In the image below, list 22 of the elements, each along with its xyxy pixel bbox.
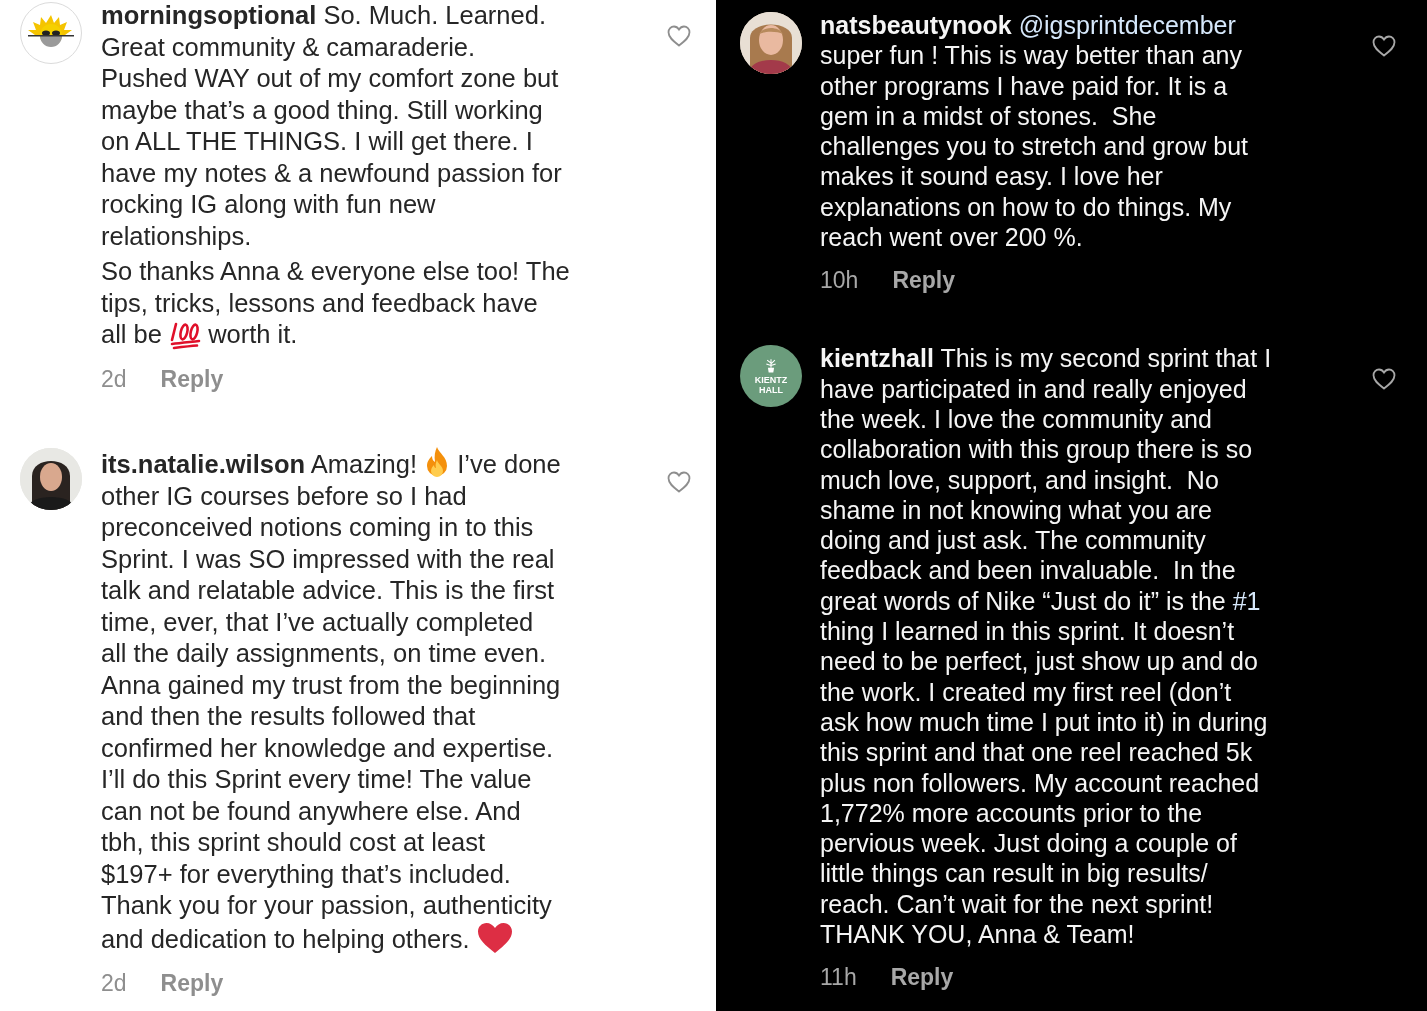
comment-text: So thanks Anna & everyone else too! The tips, tricks, lessons and feedback have all be worth it. bbox=[101, 256, 647, 351]
reply-button[interactable]: Reply bbox=[892, 267, 955, 294]
mention-link[interactable]: #1 bbox=[1232, 586, 1261, 615]
plant-icon bbox=[764, 357, 778, 375]
like-heart-icon[interactable] bbox=[1371, 367, 1397, 392]
username-link[interactable]: morningsoptional bbox=[101, 1, 317, 29]
username-link[interactable]: its.natalie.wilson bbox=[101, 450, 306, 478]
comment-text: morningsoptional So. Much. Learned. Great community & camaraderie. Pushed WAY out of my comfort zone but maybe that’s a good thing. Still working on ALL THE THINGS. I will get there. I have my notes & a newfound passion for rocking IG along with fun new relationships. bbox=[101, 0, 563, 252]
reply-button[interactable]: Reply bbox=[890, 964, 954, 991]
heart-icon bbox=[476, 921, 513, 954]
comment-time: 11h bbox=[820, 964, 857, 991]
comment-text: its.natalie.wilson Amazing! I’ve done other IG courses before so I had preconceived notions coming in to this Sprint. I was SO impressed with the real talk and relatable advice. This is the first time, ever, that I’ve actually completed all the daily assignments, on time even. Anna gained my trust from the beginning and then the results followed that confirmed her knowledge and expertise. I’ll do this Sprint every time! The value can not be found anywhere else. And tbh, this sprint should cost at least $197+ for everything that’s included. Thank you for your passion, authenticity and dedication to helping others. bbox=[101, 446, 647, 955]
comment-time: 2d bbox=[101, 970, 127, 996]
logo-text: KIENTZ HALL bbox=[753, 375, 789, 396]
username-link[interactable]: natsbeautynook bbox=[820, 11, 1012, 39]
comment-text: natsbeautynook @igsprintdecember super fun ! This is way better than any other programs I have paid for. It is a gem in a midst of stones. She challenges you to stretch and grow but makes it sound easy. I love her explanations on how to do things. My reach went over 200 %. bbox=[820, 10, 1250, 253]
mention-link[interactable]: @igsprintdecember bbox=[1018, 11, 1236, 39]
comment-time: 10h bbox=[820, 267, 859, 294]
comment-time: 2d bbox=[101, 366, 127, 392]
username-link[interactable]: kientzhall bbox=[820, 344, 934, 373]
like-heart-icon[interactable] bbox=[1371, 34, 1397, 58]
comment-text: kientzhall This is my second sprint that I have participated in and really enjoyed the week. I love the community and collaboration with this group there is so much love, support, and insight. No shame in not knowing what you are doing and just ask. The community feedback and been invaluable. In the great words of Nike “Just do it” is the #1 thing I learned in this sprint. It doesn’t need to be perfect, just show up and do the work. I created my first reel (don’t ask how much time I put into it) in during this sprint and that one reel reached 5k plus non followers. My account reached 1,772% more accounts prior to the pervious week. Just doing a couple of little things can result in big results/ reach. Can’t wait for the next sprint! THANK YOU, Anna & Team! bbox=[820, 343, 1273, 950]
